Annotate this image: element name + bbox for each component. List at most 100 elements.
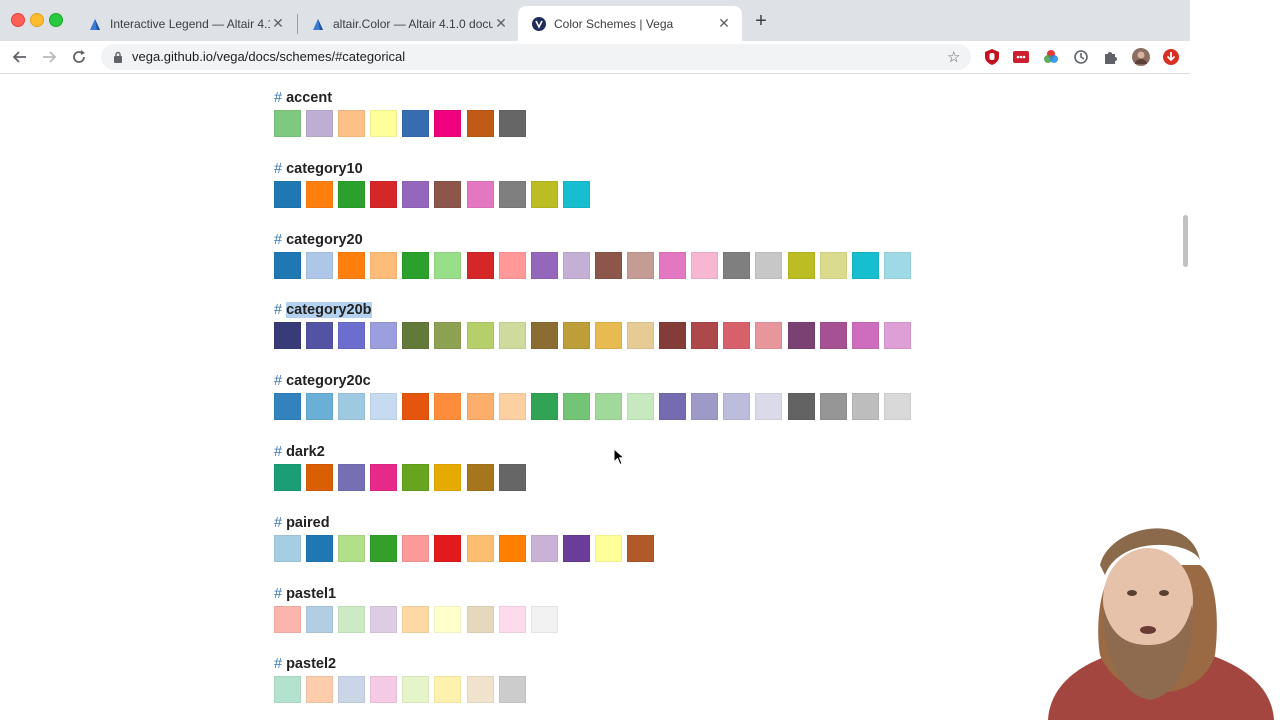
color-swatch — [370, 393, 398, 421]
forward-arrow-icon[interactable] — [39, 47, 59, 67]
anchor-link-hash[interactable]: # — [274, 302, 282, 318]
color-swatch — [402, 110, 430, 137]
color-swatch — [274, 393, 301, 421]
color-swatch — [562, 393, 590, 421]
color-swatch — [338, 534, 366, 562]
color-swatch — [755, 322, 783, 350]
color-swatch — [627, 322, 655, 350]
color-swatch — [787, 393, 815, 421]
lastpass-extension-icon[interactable] — [1012, 48, 1030, 66]
new-tab-button[interactable]: + — [752, 11, 770, 31]
color-swatch — [434, 180, 462, 208]
extensions-puzzle-icon[interactable] — [1102, 48, 1120, 66]
scheme-pastel1: # pastel1 — [274, 584, 563, 633]
color-swatch — [530, 180, 558, 208]
update-menu-icon[interactable] — [1162, 48, 1180, 66]
profile-avatar-icon[interactable] — [1132, 48, 1150, 66]
color-swatch — [594, 322, 622, 350]
anchor-link-hash[interactable]: # — [274, 515, 282, 531]
color-swatch — [723, 393, 751, 421]
color-swatch — [274, 464, 301, 491]
color-swatch — [434, 534, 462, 562]
window-minimize-button[interactable] — [30, 13, 44, 27]
window-close-button[interactable] — [11, 13, 25, 27]
color-swatch — [691, 393, 719, 421]
swatch-row — [274, 605, 563, 633]
color-swatch — [530, 393, 558, 421]
color-swatch — [274, 676, 301, 704]
scheme-category20c: # category20c — [274, 371, 916, 421]
address-bar[interactable]: vega.github.io/vega/docs/schemes/#catego… — [101, 44, 971, 70]
color-swatch — [562, 322, 590, 350]
color-swatch — [498, 110, 526, 137]
tab-title: Interactive Legend — Altair 4.1 — [110, 16, 270, 31]
color-swatch — [466, 676, 494, 704]
color-swatch — [883, 251, 911, 279]
tab-color-schemes-vega[interactable]: Color Schemes | Vega ✕ — [518, 6, 742, 41]
color-swatch — [819, 393, 847, 421]
scheme-pastel2: # pastel2 — [274, 654, 531, 704]
scheme-heading: # category20 — [274, 230, 916, 250]
anchor-link-hash[interactable]: # — [274, 586, 282, 602]
sync-extension-icon[interactable] — [1072, 48, 1090, 66]
color-swatch — [594, 393, 622, 421]
color-swatch — [691, 251, 719, 279]
color-swatch — [402, 393, 430, 421]
swatch-row — [274, 322, 916, 350]
swatch-row — [274, 393, 916, 421]
scheme-name: pastel2 — [286, 656, 337, 673]
color-swatch — [466, 180, 494, 208]
scrollbar-thumb[interactable] — [1183, 215, 1188, 267]
scheme-accent: # accent — [274, 88, 531, 137]
color-swatch — [530, 322, 558, 350]
window-zoom-button[interactable] — [49, 13, 63, 27]
anchor-link-hash[interactable]: # — [274, 656, 282, 672]
color-swatch — [370, 180, 398, 208]
anchor-link-hash[interactable]: # — [274, 90, 282, 106]
swatch-row — [274, 534, 659, 562]
color-swatch — [402, 676, 430, 704]
color-swatch — [338, 180, 366, 208]
scheme-category10: # category10 — [274, 159, 595, 208]
scheme-name: paired — [286, 514, 330, 531]
close-icon[interactable]: ✕ — [270, 15, 286, 32]
color-swatch — [306, 110, 334, 137]
color-swatch — [274, 251, 301, 279]
color-picker-extension-icon[interactable] — [1042, 48, 1060, 66]
scheme-heading: # accent — [274, 88, 531, 108]
scheme-heading: # paired — [274, 513, 659, 533]
tab-interactive-legend[interactable]: Interactive Legend — Altair 4.1 ✕ — [74, 6, 296, 41]
color-swatch — [851, 251, 879, 279]
color-swatch — [659, 393, 687, 421]
altair-icon — [90, 18, 100, 30]
ublock-extension-icon[interactable] — [983, 48, 1001, 66]
anchor-link-hash[interactable]: # — [274, 161, 282, 177]
color-swatch — [498, 180, 526, 208]
anchor-link-hash[interactable]: # — [274, 444, 282, 460]
lock-icon[interactable] — [113, 51, 123, 63]
bookmark-star-icon[interactable]: ☆ — [947, 48, 960, 66]
anchor-link-hash[interactable]: # — [274, 373, 282, 389]
anchor-link-hash[interactable]: # — [274, 232, 282, 248]
color-swatch — [627, 251, 655, 279]
scheme-dark2: # dark2 — [274, 442, 531, 491]
color-swatch — [530, 605, 558, 633]
color-swatch — [338, 605, 366, 633]
color-swatch — [498, 534, 526, 562]
color-swatch — [370, 534, 398, 562]
color-swatch — [530, 534, 558, 562]
color-swatch — [659, 251, 687, 279]
color-swatch — [562, 534, 590, 562]
back-arrow-icon[interactable] — [10, 47, 30, 67]
color-swatch — [498, 393, 526, 421]
close-icon[interactable]: ✕ — [493, 15, 509, 32]
color-swatch — [434, 464, 462, 491]
vega-icon — [532, 16, 546, 31]
close-icon[interactable]: ✕ — [716, 15, 732, 32]
color-swatch — [466, 605, 494, 633]
color-swatch — [434, 676, 462, 704]
color-swatch — [306, 393, 334, 421]
color-swatch — [755, 393, 783, 421]
tab-altair-color[interactable]: altair.Color — Altair 4.1.0 docu ✕ — [297, 6, 519, 41]
reload-icon[interactable] — [69, 47, 89, 67]
